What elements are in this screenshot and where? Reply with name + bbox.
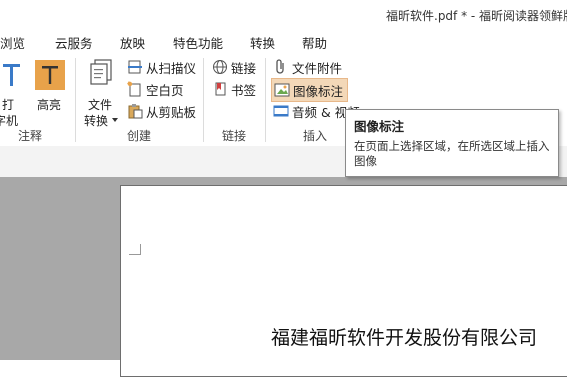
bookmark-icon — [212, 81, 228, 97]
typewriter-label-1: 打 — [2, 98, 15, 112]
dropdown-arrow-icon — [112, 118, 118, 122]
file-convert-label-1: 文件 — [88, 98, 113, 112]
image-annotation-button[interactable]: 图像标注 — [271, 78, 349, 102]
menu-slideshow[interactable]: 放映 — [120, 33, 145, 52]
from-clipboard-button[interactable]: 从剪贴板 — [127, 101, 196, 121]
clipboard-icon — [127, 103, 143, 119]
image-annotation-label: 图像标注 — [293, 83, 344, 99]
link-button[interactable]: 链接 — [212, 57, 256, 77]
documents-icon — [90, 59, 112, 85]
film-icon — [273, 103, 289, 119]
menu-bar: 浏览 云服务 放映 特色功能 转换 帮助 — [0, 30, 567, 54]
from-scanner-label: 从扫描仪 — [146, 60, 197, 76]
company-name-text: 福建福昕软件开发股份有限公司 — [271, 327, 538, 349]
group-label-links: 链接 — [222, 129, 247, 143]
menu-cloud-services[interactable]: 云服务 — [55, 33, 93, 52]
menu-features[interactable]: 特色功能 — [173, 33, 223, 52]
image-annotation-tooltip: 图像标注 在页面上选择区域，在所选区域上插入图像 — [345, 109, 559, 177]
file-attachment-button[interactable]: 文件附件 — [273, 57, 342, 77]
highlight-label: 高亮 — [37, 98, 62, 112]
bookmark-label: 书签 — [231, 82, 257, 98]
typewriter-label-2: 字机 — [0, 114, 19, 128]
crop-mark — [140, 244, 141, 255]
menu-help[interactable]: 帮助 — [302, 33, 327, 52]
window-title: 福昕软件.pdf * - 福昕阅读器领鲜版 — [386, 9, 567, 23]
highlight-button[interactable]: 高亮 — [33, 58, 67, 120]
file-convert-button[interactable]: 文件 转换 — [82, 58, 120, 128]
title-bar: 福昕软件.pdf * - 福昕阅读器领鲜版 — [0, 0, 567, 30]
pdf-page[interactable]: 福建福昕软件开发股份有限公司 — [120, 185, 567, 377]
from-clipboard-label: 从剪贴板 — [146, 104, 197, 120]
menu-browse[interactable]: 浏览 — [0, 33, 25, 52]
tooltip-title: 图像标注 — [354, 119, 405, 134]
group-label-create: 创建 — [127, 129, 152, 143]
scanner-icon — [127, 59, 143, 75]
globe-link-icon — [212, 59, 228, 75]
image-icon — [274, 82, 290, 98]
typewriter-icon — [3, 64, 20, 86]
bookmark-button[interactable]: 书签 — [212, 79, 256, 99]
file-convert-label-2: 转换 — [84, 114, 109, 128]
group-label-insert: 插入 — [303, 129, 328, 143]
highlight-icon — [35, 60, 65, 90]
link-label: 链接 — [231, 60, 257, 76]
group-divider — [265, 58, 266, 142]
blank-page-button[interactable]: 空白页 — [127, 79, 184, 99]
group-divider — [75, 58, 76, 142]
file-attachment-label: 文件附件 — [292, 60, 343, 76]
group-label-annotate: 注释 — [18, 129, 43, 143]
tooltip-description: 在页面上选择区域，在所选区域上插入图像 — [354, 139, 550, 168]
typewriter-button[interactable]: 打 字机 — [0, 58, 24, 128]
menu-convert[interactable]: 转换 — [250, 33, 275, 52]
blank-page-label: 空白页 — [146, 82, 184, 98]
from-scanner-button[interactable]: 从扫描仪 — [127, 57, 196, 77]
blank-page-icon — [127, 81, 143, 97]
paperclip-icon — [273, 59, 289, 75]
group-divider — [203, 58, 204, 142]
